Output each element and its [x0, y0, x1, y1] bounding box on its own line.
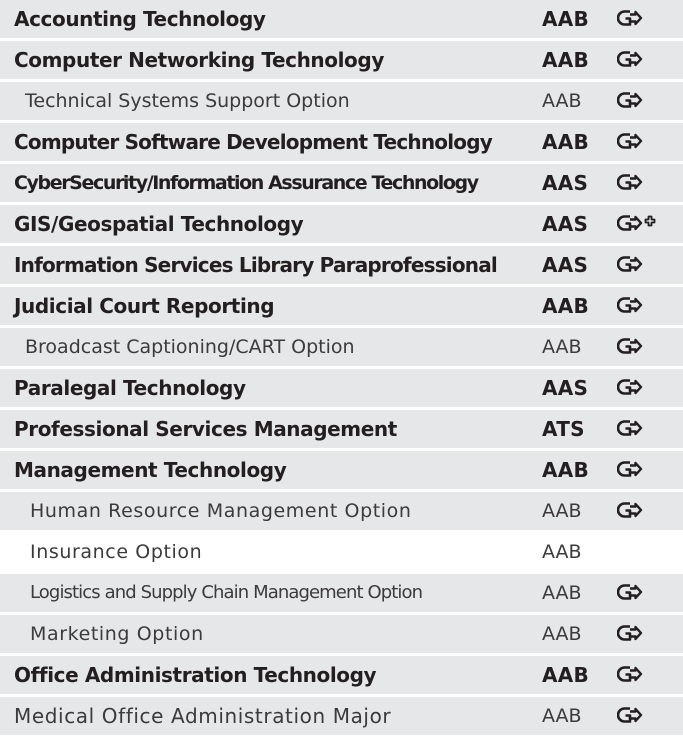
program-name: CyberSecurity/Information Assurance Tech…: [14, 172, 479, 194]
degree-type: AAB: [542, 130, 590, 154]
program-name: GIS/Geospatial Technology: [14, 212, 304, 236]
degree-type: AAB: [542, 458, 590, 482]
program-row[interactable]: Computer Networking Technology AAB: [0, 41, 683, 82]
option-name: Logistics and Supply Chain Management Op…: [30, 582, 423, 603]
program-row[interactable]: Judicial Court Reporting AAB: [0, 287, 683, 328]
program-name: Paralegal Technology: [14, 376, 246, 400]
degree-type: AAB: [542, 48, 590, 72]
gainful-employment-icon[interactable]: [617, 172, 671, 196]
gainful-employment-icon[interactable]: [617, 336, 671, 360]
degree-type: AAB: [542, 500, 582, 522]
gainful-employment-icon[interactable]: [617, 418, 671, 442]
program-name: Information Services Library Paraprofess…: [14, 253, 498, 277]
program-row[interactable]: Information Services Library Paraprofess…: [0, 246, 683, 287]
gainful-employment-icon[interactable]: [617, 664, 671, 688]
program-row[interactable]: Paralegal Technology AAS: [0, 369, 683, 410]
option-name: Medical Office Administration Major: [14, 704, 392, 728]
degree-type: AAS: [542, 376, 589, 400]
gainful-employment-icon[interactable]: [617, 459, 671, 483]
program-name: Accounting Technology: [14, 7, 266, 31]
program-row[interactable]: Professional Services Management ATS: [0, 410, 683, 451]
program-name: Computer Networking Technology: [14, 48, 384, 72]
gainful-employment-icon[interactable]: [617, 705, 671, 729]
gainful-employment-icon[interactable]: [617, 500, 671, 524]
degree-type: ATS: [542, 417, 585, 441]
program-name: Management Technology: [14, 458, 287, 482]
degree-type: AAB: [542, 7, 590, 31]
option-row[interactable]: Insurance Option AAB: [0, 533, 683, 574]
degree-type: AAB: [542, 582, 582, 604]
gainful-employment-icon[interactable]: [617, 295, 671, 319]
gainful-employment-icon[interactable]: [617, 8, 671, 32]
degree-type: AAB: [542, 294, 590, 318]
option-name: Marketing Option: [30, 623, 204, 645]
program-row[interactable]: Office Administration Technology AAB: [0, 656, 683, 697]
gainful-employment-icon[interactable]: [617, 90, 671, 114]
option-row[interactable]: Logistics and Supply Chain Management Op…: [0, 574, 683, 615]
degree-type: AAS: [542, 212, 589, 236]
program-row[interactable]: Accounting Technology AAB: [0, 0, 683, 41]
program-row[interactable]: GIS/Geospatial Technology AAS: [0, 205, 683, 246]
program-row[interactable]: Computer Software Development Technology…: [0, 123, 683, 164]
option-name: Technical Systems Support Option: [25, 90, 350, 112]
gainful-employment-icon[interactable]: [617, 582, 671, 606]
program-row[interactable]: Management Technology AAB: [0, 451, 683, 492]
option-name: Broadcast Captioning/CART Option: [25, 336, 355, 358]
degree-type: AAB: [542, 90, 582, 112]
option-name: Human Resource Management Option: [30, 500, 412, 522]
program-list: Accounting Technology AAB Computer Netwo…: [0, 0, 683, 738]
degree-type: AAB: [542, 541, 582, 563]
option-row[interactable]: Technical Systems Support Option AAB: [0, 82, 683, 123]
degree-type: AAB: [542, 663, 590, 687]
gainful-employment-icon[interactable]: [617, 131, 671, 155]
degree-type: AAB: [542, 336, 582, 358]
gainful-employment-icon[interactable]: [617, 377, 671, 401]
option-name: Insurance Option: [30, 541, 203, 563]
degree-type: AAS: [542, 253, 589, 277]
gainful-employment-plus-icon[interactable]: [617, 213, 671, 237]
degree-type: AAB: [542, 623, 582, 645]
degree-type: AAS: [542, 171, 589, 195]
gainful-employment-icon[interactable]: [617, 254, 671, 278]
program-name: Computer Software Development Technology: [14, 130, 493, 154]
option-row[interactable]: Marketing Option AAB: [0, 615, 683, 656]
degree-type: AAB: [542, 705, 582, 727]
program-name: Professional Services Management: [14, 417, 397, 441]
program-name: Judicial Court Reporting: [14, 294, 275, 318]
option-row[interactable]: Medical Office Administration Major AAB: [0, 697, 683, 738]
program-name: Office Administration Technology: [14, 663, 377, 687]
option-row[interactable]: Broadcast Captioning/CART Option AAB: [0, 328, 683, 369]
gainful-employment-icon[interactable]: [617, 623, 671, 647]
option-row[interactable]: Human Resource Management Option AAB: [0, 492, 683, 533]
program-row[interactable]: CyberSecurity/Information Assurance Tech…: [0, 164, 683, 205]
gainful-employment-icon[interactable]: [617, 49, 671, 73]
